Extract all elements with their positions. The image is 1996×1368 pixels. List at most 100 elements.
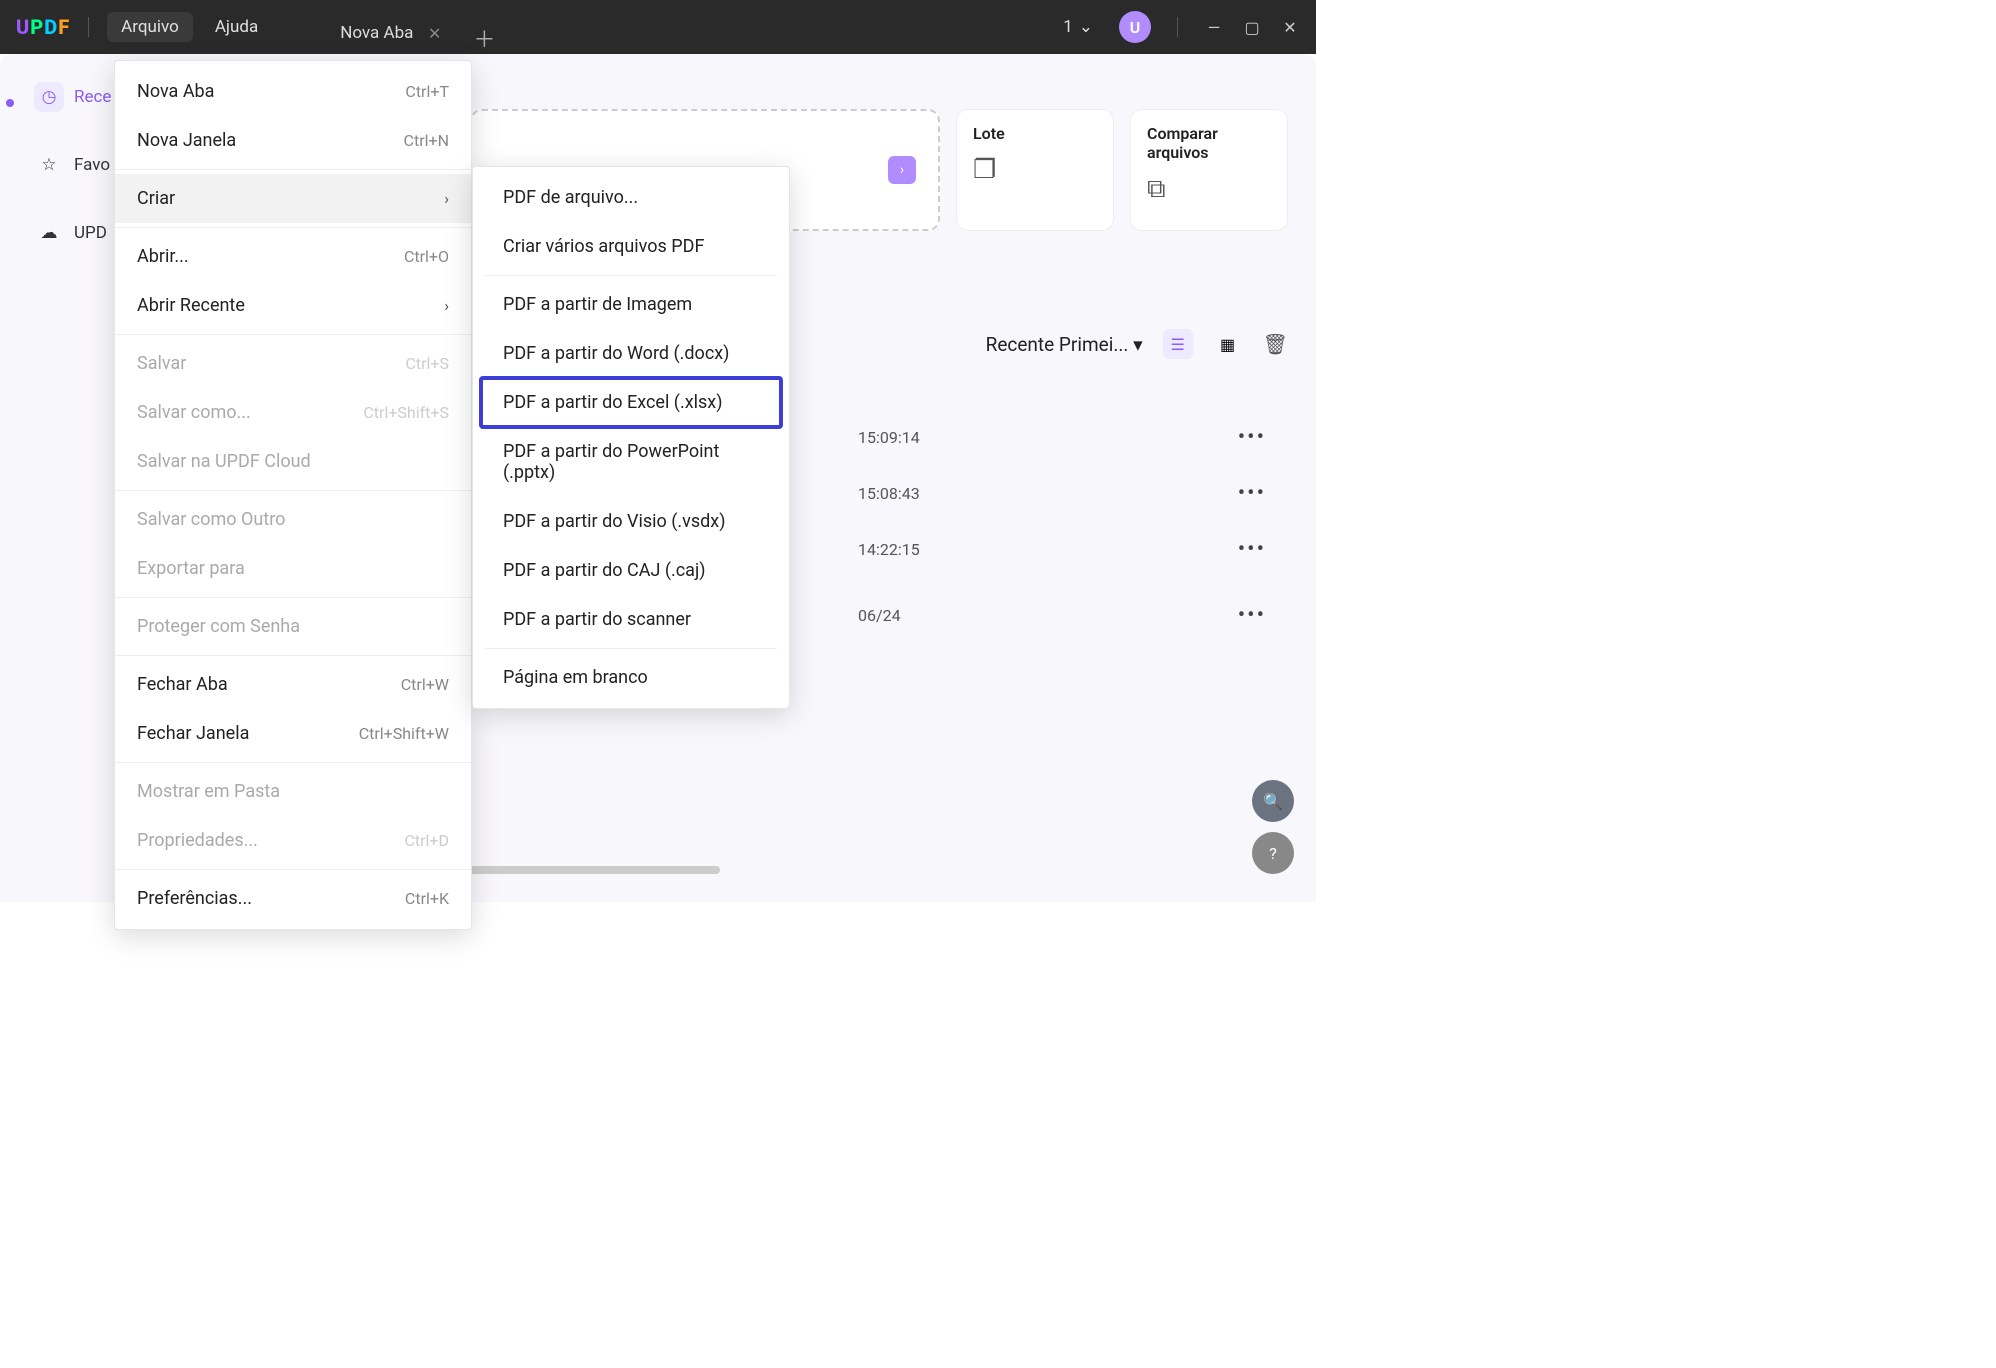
submenu-pdf-imagem[interactable]: PDF a partir de Imagem [481, 280, 781, 329]
submenu-pdf-arquivo[interactable]: PDF de arquivo... [481, 173, 781, 222]
more-icon[interactable]: ••• [1238, 603, 1266, 628]
clock-icon: ◷ [34, 82, 64, 112]
shortcut: Ctrl+Shift+W [359, 724, 449, 743]
sort-label-text: Recente Primei... [986, 333, 1129, 356]
separator [115, 490, 471, 491]
submenu-pdf-visio[interactable]: PDF a partir do Visio (.vsdx) [481, 497, 781, 546]
label: Fechar Aba [137, 674, 228, 695]
separator [115, 869, 471, 870]
titlebar: UPDF Arquivo Ajuda Nova Aba ✕ ＋ 1 ⌄ U — … [0, 0, 1316, 54]
more-icon[interactable]: ••• [1238, 481, 1266, 506]
card-title-compare: Comparar arquivos [1147, 124, 1271, 162]
sidebar-label-favorites: Favo [74, 155, 110, 175]
label: Salvar [137, 353, 186, 374]
menu-item-salvar: Salvar Ctrl+S [115, 339, 471, 388]
timestamp: 15:08:43 [858, 484, 920, 503]
menu-item-abrir-recente[interactable]: Abrir Recente › [115, 281, 471, 330]
close-tab-icon[interactable]: ✕ [428, 24, 441, 43]
sidebar-item-favorites[interactable]: ☆ Favo [24, 142, 121, 188]
indicator-dot [6, 99, 14, 107]
timestamp: 15:09:14 [858, 428, 920, 447]
divider [88, 17, 89, 37]
minimize-button[interactable]: — [1204, 18, 1224, 37]
maximize-button[interactable]: ▢ [1242, 18, 1262, 37]
help-icon: ? [1269, 844, 1277, 863]
new-tab-button[interactable]: ＋ [473, 22, 495, 54]
timestamp: 06/24 [858, 606, 901, 625]
batch-icon: ❐ [973, 155, 1097, 185]
menu-arquivo[interactable]: Arquivo [107, 12, 193, 42]
window-count[interactable]: 1 ⌄ [1063, 17, 1093, 37]
submenu-pagina-branco[interactable]: Página em branco [481, 653, 781, 702]
submenu-pdf-powerpoint[interactable]: PDF a partir do PowerPoint (.pptx) [481, 427, 781, 497]
label: Exportar para [137, 558, 245, 579]
separator [115, 227, 471, 228]
menu-item-fechar-janela[interactable]: Fechar Janela Ctrl+Shift+W [115, 709, 471, 758]
submenu-pdf-caj[interactable]: PDF a partir do CAJ (.caj) [481, 546, 781, 595]
menu-item-nova-janela[interactable]: Nova Janela Ctrl+N [115, 116, 471, 165]
menu-item-fechar-aba[interactable]: Fechar Aba Ctrl+W [115, 660, 471, 709]
menu-item-criar[interactable]: Criar › [115, 174, 471, 223]
chevron-right-icon: › [444, 189, 449, 208]
help-button[interactable]: ? [1252, 832, 1294, 874]
label: Nova Aba [137, 81, 214, 102]
compare-icon: ⧉ [1147, 174, 1271, 205]
cloud-icon: ☁ [34, 218, 64, 248]
label: Fechar Janela [137, 723, 249, 744]
menu-item-abrir[interactable]: Abrir... Ctrl+O [115, 232, 471, 281]
star-icon: ☆ [34, 150, 64, 180]
sidebar: ◷ Rece ☆ Favo ☁ UPD [24, 74, 121, 278]
card-compare[interactable]: Comparar arquivos ⧉ [1130, 109, 1288, 231]
search-button[interactable]: 🔍 [1252, 780, 1294, 822]
arrow-right-icon: › [888, 156, 916, 184]
chevron-right-icon: › [444, 296, 449, 315]
grid-view-button[interactable]: ▦ [1213, 329, 1243, 359]
search-icon: 🔍 [1263, 792, 1283, 811]
app-logo: UPDF [16, 15, 70, 39]
shortcut: Ctrl+Shift+S [363, 403, 449, 422]
menu-item-nova-aba[interactable]: Nova Aba Ctrl+T [115, 67, 471, 116]
user-avatar[interactable]: U [1119, 11, 1151, 43]
more-icon[interactable]: ••• [1238, 537, 1266, 562]
submenu-pdf-word[interactable]: PDF a partir do Word (.docx) [481, 329, 781, 378]
tab-label: Nova Aba [340, 23, 413, 43]
submenu-pdf-excel[interactable]: PDF a partir do Excel (.xlsx) [481, 378, 781, 427]
menu-ajuda[interactable]: Ajuda [201, 12, 272, 42]
close-window-button[interactable]: ✕ [1280, 18, 1300, 37]
shortcut: Ctrl+W [401, 675, 449, 694]
window-controls: 1 ⌄ U — ▢ ✕ [1063, 11, 1300, 43]
trash-button[interactable]: 🗑 [1263, 332, 1288, 356]
sidebar-label-cloud: UPD [74, 223, 107, 243]
submenu-criar-varios[interactable]: Criar vários arquivos PDF [481, 222, 781, 271]
label: Preferências... [137, 888, 252, 909]
card-lote[interactable]: Lote ❐ [956, 109, 1114, 231]
label: Mostrar em Pasta [137, 781, 280, 802]
menu-item-salvar-outro: Salvar como Outro [115, 495, 471, 544]
sidebar-item-recent[interactable]: ◷ Rece [24, 74, 121, 120]
shortcut: Ctrl+K [405, 889, 449, 908]
separator [485, 648, 777, 649]
timestamp: 14:22:15 [858, 540, 920, 559]
shortcut: Ctrl+O [404, 247, 449, 266]
menu-item-exportar: Exportar para [115, 544, 471, 593]
label: Abrir... [137, 246, 189, 267]
label: Salvar como Outro [137, 509, 285, 530]
menu-item-preferencias[interactable]: Preferências... Ctrl+K [115, 874, 471, 923]
sidebar-label-recent: Rece [74, 87, 111, 107]
label: Salvar na UPDF Cloud [137, 451, 311, 472]
card-title-lote: Lote [973, 124, 1097, 143]
tab-nova-aba[interactable]: Nova Aba ✕ [300, 12, 453, 54]
menu-item-propriedades: Propriedades... Ctrl+D [115, 816, 471, 865]
tab-strip: Nova Aba ✕ ＋ [300, 0, 495, 54]
sort-dropdown[interactable]: Recente Primei... ▾ [986, 333, 1143, 356]
menu-item-salvar-como: Salvar como... Ctrl+Shift+S [115, 388, 471, 437]
shortcut: Ctrl+N [404, 131, 449, 150]
submenu-pdf-scanner[interactable]: PDF a partir do scanner [481, 595, 781, 644]
list-view-button[interactable]: ☰ [1163, 329, 1193, 359]
label: Proteger com Senha [137, 616, 300, 637]
label: Propriedades... [137, 830, 258, 851]
more-icon[interactable]: ••• [1238, 425, 1266, 450]
label: Abrir Recente [137, 295, 245, 316]
separator [115, 655, 471, 656]
sidebar-item-cloud[interactable]: ☁ UPD [24, 210, 121, 256]
